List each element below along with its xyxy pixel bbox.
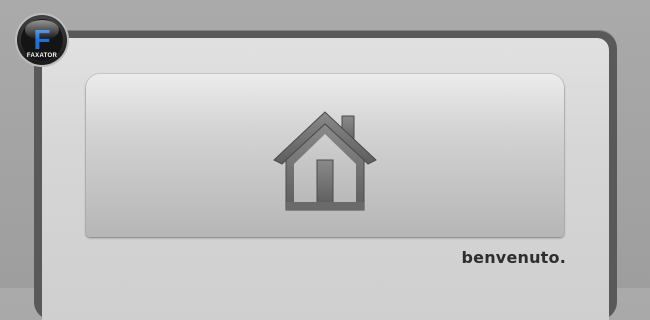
welcome-text: benvenuto. <box>461 248 566 267</box>
faxator-logo[interactable]: F FAXATOR <box>14 12 70 68</box>
home-icon[interactable] <box>272 110 378 212</box>
logo-wordmark: FAXATOR <box>27 53 58 59</box>
